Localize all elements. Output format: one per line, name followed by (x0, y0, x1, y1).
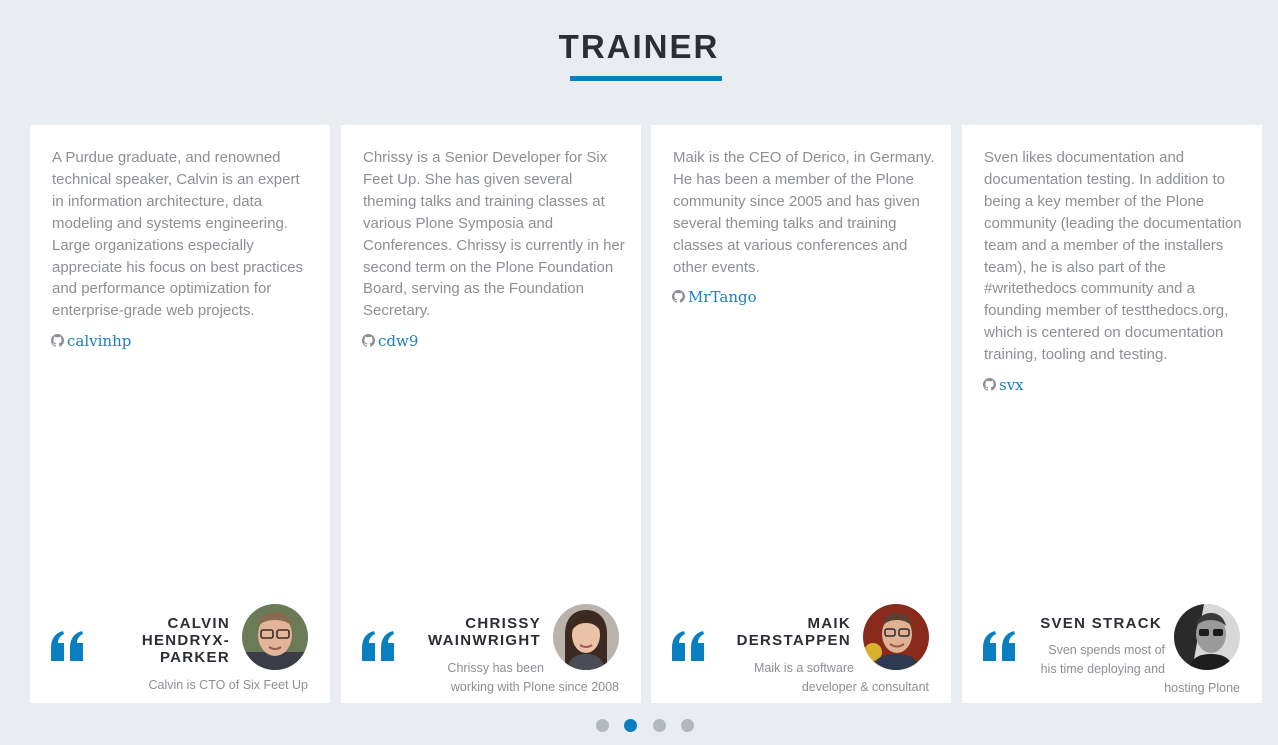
trainer-cards: A Purdue graduate, and renowned technica… (30, 125, 1263, 703)
trainer-subtitle-line: developer & consultant (801, 680, 929, 694)
trainer-bio: Chrissy is a Senior Developer for Six Fe… (362, 147, 625, 353)
github-icon (983, 378, 996, 391)
avatar (863, 604, 929, 670)
carousel-dot-3[interactable] (653, 719, 666, 732)
trainer-section: TRAINER A Purdue graduate, and renowned … (0, 0, 1278, 745)
carousel-dot-1[interactable] (596, 719, 609, 732)
section-title: TRAINER (558, 28, 720, 65)
trainer-name: CALVIN HENDRYX- PARKER (142, 615, 230, 666)
trainer-name-line: DERSTAPPEN (736, 632, 851, 649)
trainer-name: SVEN STRACK (1040, 615, 1162, 632)
avatar-maik-icon (863, 604, 929, 670)
quote-icon (983, 631, 1015, 661)
github-link[interactable]: cdw9 (362, 331, 625, 353)
trainer-bio-text: Chrissy is a Senior Developer for Six Fe… (363, 149, 625, 320)
trainer-name-line: MAIK (807, 615, 851, 632)
avatar-sven-icon (1174, 604, 1240, 670)
title-underline (570, 76, 722, 81)
carousel-dot-2[interactable] (624, 719, 637, 732)
quote-icon (672, 631, 704, 661)
trainer-bio: Maik is the CEO of Derico, in Germany. H… (672, 147, 935, 309)
trainer-card: Chrissy is a Senior Developer for Six Fe… (341, 125, 641, 703)
trainer-bio-text: Maik is the CEO of Derico, in Germany. H… (673, 149, 935, 276)
github-link[interactable]: MrTango (672, 287, 935, 309)
github-icon (51, 334, 64, 347)
trainer-subtitle-line: hosting Plone (1164, 681, 1240, 695)
trainer-bio-text: Sven likes documentation and documentati… (984, 149, 1242, 364)
trainer-subtitle: Calvin is CTO of Six Feet Up (148, 676, 308, 695)
avatar-calvin-icon (242, 604, 308, 670)
github-username: calvinhp (67, 332, 132, 351)
carousel-dot-4[interactable] (681, 719, 694, 732)
trainer-name-line: WAINWRIGHT (428, 632, 541, 649)
trainer-name-line: CALVIN (167, 615, 230, 632)
trainer-card: A Purdue graduate, and renowned technica… (30, 125, 330, 703)
trainer-subtitle-line: Calvin is CTO of Six Feet Up (148, 678, 308, 692)
github-username: MrTango (688, 288, 757, 307)
trainer-bio: Sven likes documentation and documentati… (983, 147, 1246, 397)
trainer-name: MAIK DERSTAPPEN (737, 615, 851, 649)
github-icon (672, 290, 685, 304)
trainer-bio-text: A Purdue graduate, and renowned technica… (52, 149, 303, 320)
github-username: svx (999, 376, 1024, 395)
avatar (553, 604, 619, 670)
trainer-card: Maik is the CEO of Derico, in Germany. H… (651, 125, 951, 703)
trainer-card: Sven likes documentation and documentati… (962, 125, 1262, 703)
trainer-name-line: PARKER (159, 649, 230, 666)
trainer-name-line: SVEN STRACK (1040, 615, 1162, 632)
trainer-name-line: CHRISSY (465, 615, 541, 632)
avatar (242, 604, 308, 670)
avatar (1174, 604, 1240, 670)
quote-icon (362, 631, 394, 661)
github-link[interactable]: svx (983, 375, 1246, 397)
trainer-name: CHRISSY WAINWRIGHT (428, 615, 541, 649)
github-link[interactable]: calvinhp (51, 331, 314, 353)
quote-icon (51, 631, 83, 661)
avatar-chrissy-icon (553, 604, 619, 670)
trainer-bio: A Purdue graduate, and renowned technica… (51, 147, 314, 353)
trainer-subtitle-line: working with Plone since 2008 (450, 680, 619, 694)
github-icon (362, 334, 375, 347)
github-username: cdw9 (378, 332, 419, 351)
trainer-name-line: HENDRYX- (141, 632, 230, 649)
